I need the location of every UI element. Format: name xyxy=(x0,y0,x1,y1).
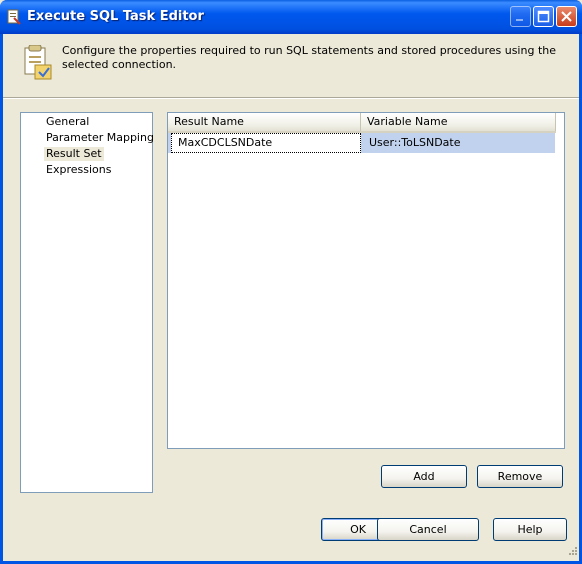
column-header-variable-name[interactable]: Variable Name xyxy=(361,113,556,131)
dialog-header: Configure the properties required to run… xyxy=(3,34,579,94)
nav-item-expressions[interactable]: Expressions xyxy=(44,163,113,177)
maximize-button[interactable] xyxy=(533,6,554,27)
nav-item-parameter-mapping[interactable]: Parameter Mapping xyxy=(44,131,156,145)
dialog-description: Configure the properties required to run… xyxy=(62,44,556,71)
execute-sql-task-editor-window: Execute SQL Task Editor Configure the pr… xyxy=(0,0,582,564)
table-row[interactable]: MaxCDCLSNDate User::ToLSNDate xyxy=(168,133,555,153)
grid-header: Result Name Variable Name xyxy=(168,113,556,133)
title-bar[interactable]: Execute SQL Task Editor xyxy=(0,0,582,34)
header-separator xyxy=(3,97,579,99)
column-header-result-name[interactable]: Result Name xyxy=(168,113,361,131)
close-icon xyxy=(561,11,572,22)
variable-name-cell[interactable]: User::ToLSNDate xyxy=(363,133,555,153)
page-navigation-list: General Parameter Mapping Result Set Exp… xyxy=(20,112,156,493)
window-title: Execute SQL Task Editor xyxy=(27,9,204,24)
task-properties-icon xyxy=(24,45,52,80)
help-button[interactable]: Help xyxy=(493,518,567,541)
nav-item-general[interactable]: General xyxy=(44,115,91,129)
nav-item-result-set[interactable]: Result Set xyxy=(44,147,104,161)
minimize-icon xyxy=(516,19,523,21)
result-name-cell[interactable]: MaxCDCLSNDate xyxy=(171,133,361,153)
resize-grip-icon[interactable] xyxy=(566,546,578,558)
remove-button[interactable]: Remove xyxy=(477,465,563,488)
minimize-button[interactable] xyxy=(510,6,531,27)
result-set-grid[interactable]: Result Name Variable Name MaxCDCLSNDate … xyxy=(167,112,565,449)
cancel-button[interactable]: Cancel xyxy=(377,518,479,541)
task-editor-icon xyxy=(7,9,21,25)
add-button[interactable]: Add xyxy=(381,465,467,488)
close-button[interactable] xyxy=(556,6,577,27)
maximize-icon xyxy=(537,10,550,23)
